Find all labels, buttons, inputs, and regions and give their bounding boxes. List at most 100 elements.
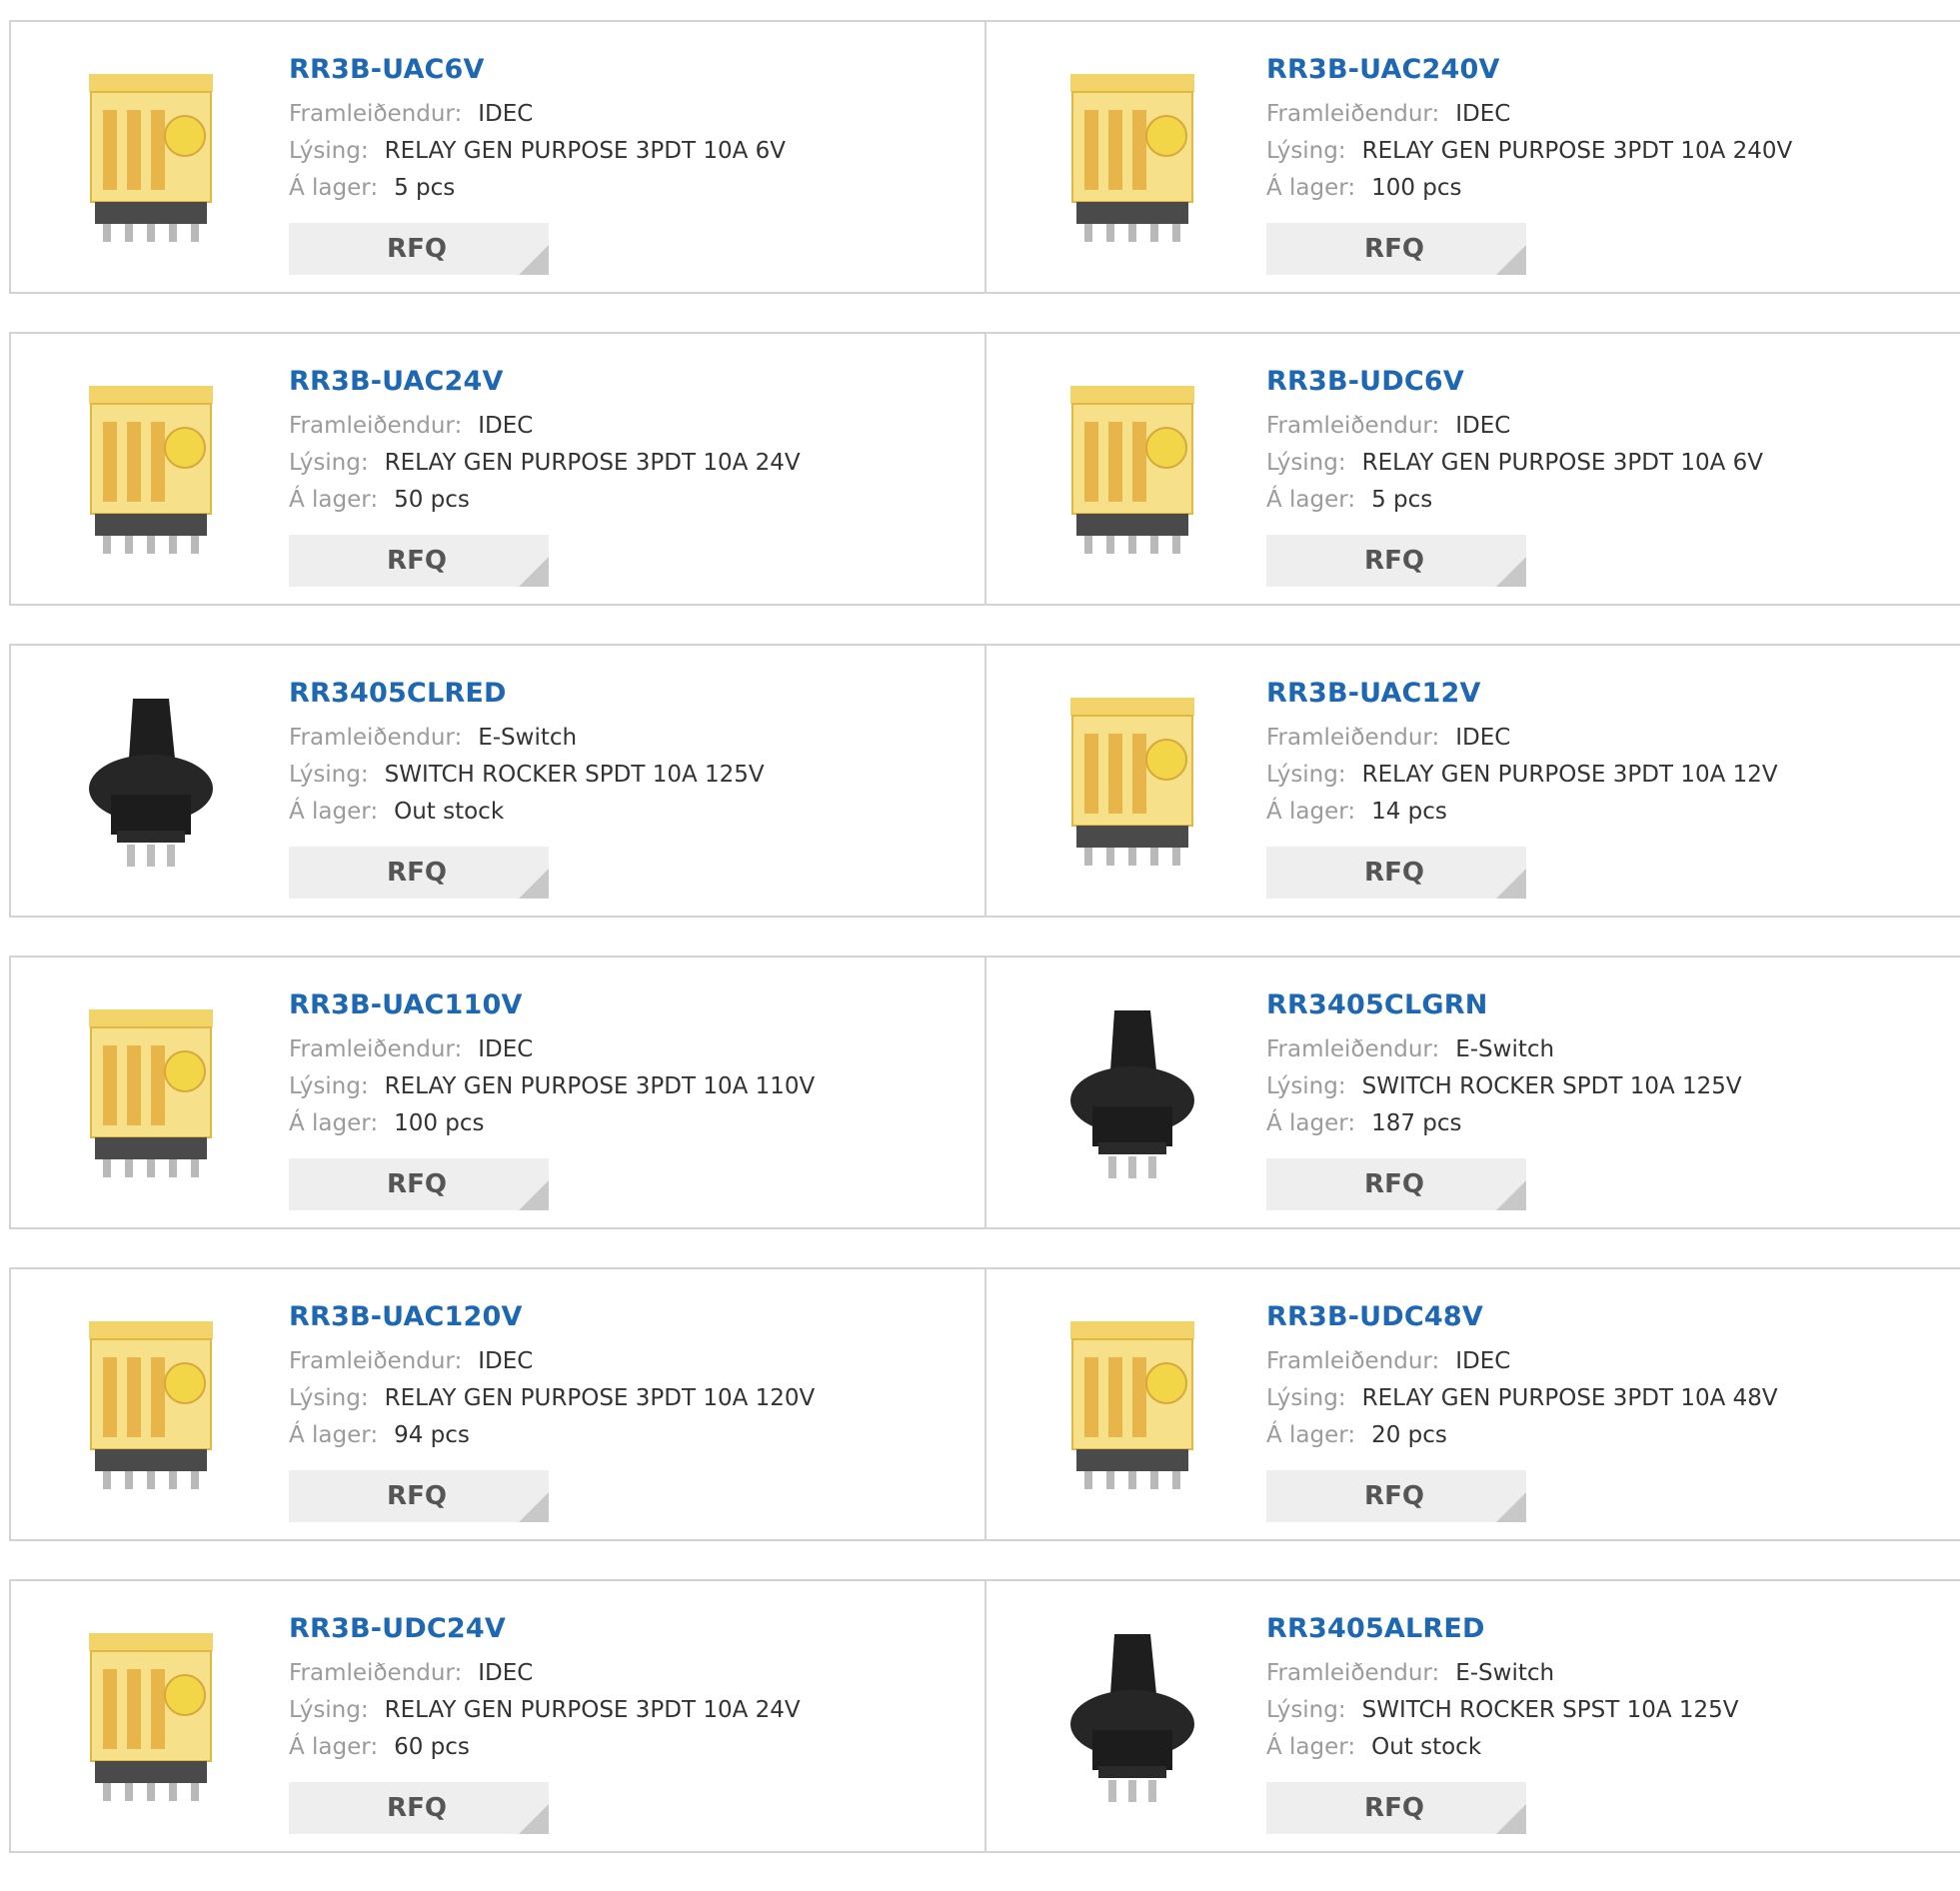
relay-icon[interactable] xyxy=(1028,368,1236,576)
manufacturer-label: Framleiðendur: xyxy=(1266,1348,1440,1374)
description-line: Lýsing: SWITCH ROCKER SPDT 10A 125V xyxy=(1266,1068,1742,1105)
manufacturer-line: Framleiðendur: IDEC xyxy=(289,1343,815,1380)
relay-icon[interactable] xyxy=(47,368,255,576)
manufacturer-value: IDEC xyxy=(1455,1348,1511,1374)
product-info: RR3B-UAC12V Framleiðendur: IDEC Lýsing: RE… xyxy=(1266,676,1778,899)
rfq-button[interactable]: RFQ xyxy=(289,1158,549,1210)
description-line: Lýsing: RELAY GEN PURPOSE 3PDT 10A 12V xyxy=(1266,757,1778,794)
product-info: RR3B-UDC24V Framleiðendur: IDEC Lýsing: RE… xyxy=(289,1611,801,1834)
stock-label: Á lager: xyxy=(1266,1422,1356,1448)
description-label: Lýsing: xyxy=(1266,1073,1346,1099)
description-line: Lýsing: RELAY GEN PURPOSE 3PDT 10A 110V xyxy=(289,1068,815,1105)
manufacturer-label: Framleiðendur: xyxy=(1266,101,1440,127)
relay-icon[interactable] xyxy=(1028,680,1236,888)
rfq-button[interactable]: RFQ xyxy=(1266,535,1526,587)
relay-icon[interactable] xyxy=(1028,1303,1236,1511)
stock-value: Out stock xyxy=(1371,1734,1482,1760)
manufacturer-label: Framleiðendur: xyxy=(289,1660,463,1686)
stock-line: Á lager: 94 pcs xyxy=(289,1417,815,1454)
description-value: RELAY GEN PURPOSE 3PDT 10A 6V xyxy=(1361,450,1764,476)
rfq-button[interactable]: RFQ xyxy=(1266,847,1526,899)
product-info: RR3B-UDC48V Framleiðendur: IDEC Lýsing: RE… xyxy=(1266,1299,1778,1522)
relay-icon[interactable] xyxy=(47,56,255,264)
part-number-link[interactable]: RR3B-UAC24V xyxy=(289,364,801,400)
relay-icon[interactable] xyxy=(47,1615,255,1823)
product-info: RR3B-UAC6V Framleiðendur: IDEC Lýsing: REL… xyxy=(289,52,786,275)
manufacturer-label: Framleiðendur: xyxy=(1266,725,1440,751)
manufacturer-value: IDEC xyxy=(1455,725,1511,751)
corner-triangle-icon xyxy=(519,557,549,587)
stock-line: Á lager: 50 pcs xyxy=(289,482,801,519)
part-number-link[interactable]: RR3B-UDC24V xyxy=(289,1611,801,1647)
part-number-link[interactable]: RR3405ALRED xyxy=(1266,1611,1739,1647)
relay-icon[interactable] xyxy=(47,991,255,1199)
stock-label: Á lager: xyxy=(289,799,379,825)
manufacturer-label: Framleiðendur: xyxy=(289,1348,463,1374)
rfq-button[interactable]: RFQ xyxy=(289,223,549,275)
corner-triangle-icon xyxy=(1496,869,1526,899)
stock-label: Á lager: xyxy=(289,487,379,513)
rfq-button[interactable]: RFQ xyxy=(1266,223,1526,275)
stock-label: Á lager: xyxy=(289,1734,379,1760)
relay-icon[interactable] xyxy=(47,1303,255,1511)
part-number-link[interactable]: RR3B-UAC6V xyxy=(289,52,786,88)
description-label: Lýsing: xyxy=(1266,1697,1346,1723)
part-number-link[interactable]: RR3B-UAC240V xyxy=(1266,52,1792,88)
description-line: Lýsing: RELAY GEN PURPOSE 3PDT 10A 24V xyxy=(289,1692,801,1729)
stock-label: Á lager: xyxy=(1266,799,1356,825)
rfq-button[interactable]: RFQ xyxy=(289,1470,549,1522)
rfq-button[interactable]: RFQ xyxy=(289,847,549,899)
part-number-link[interactable]: RR3B-UDC48V xyxy=(1266,1299,1778,1335)
corner-triangle-icon xyxy=(519,1180,549,1210)
description-label: Lýsing: xyxy=(1266,450,1346,476)
product-card: RR3B-UDC48V Framleiðendur: IDEC Lýsing: RE… xyxy=(986,1267,1960,1541)
description-line: Lýsing: SWITCH ROCKER SPST 10A 125V xyxy=(1266,1692,1739,1729)
manufacturer-value: IDEC xyxy=(478,413,534,439)
stock-line: Á lager: 187 pcs xyxy=(1266,1105,1742,1142)
product-info: RR3B-UAC110V Framleiðendur: IDEC Lýsing: R… xyxy=(289,987,815,1210)
manufacturer-value: IDEC xyxy=(1455,101,1511,127)
stock-line: Á lager: 5 pcs xyxy=(1266,482,1763,519)
relay-icon[interactable] xyxy=(1028,56,1236,264)
rfq-label: RFQ xyxy=(387,1793,447,1823)
rocker-switch-icon[interactable] xyxy=(1028,1615,1236,1823)
product-row: RR3B-UDC24V Framleiðendur: IDEC Lýsing: RE… xyxy=(9,1579,1960,1853)
manufacturer-line: Framleiðendur: IDEC xyxy=(1266,1343,1778,1380)
rfq-button[interactable]: RFQ xyxy=(1266,1158,1526,1210)
description-label: Lýsing: xyxy=(1266,1385,1346,1411)
description-value: SWITCH ROCKER SPST 10A 125V xyxy=(1361,1697,1739,1723)
part-number-link[interactable]: RR3405CLGRN xyxy=(1266,987,1742,1023)
manufacturer-label: Framleiðendur: xyxy=(1266,1036,1440,1062)
manufacturer-label: Framleiðendur: xyxy=(289,101,463,127)
part-number-link[interactable]: RR3405CLRED xyxy=(289,676,765,712)
rfq-button[interactable]: RFQ xyxy=(1266,1470,1526,1522)
rfq-button[interactable]: RFQ xyxy=(289,1782,549,1834)
manufacturer-label: Framleiðendur: xyxy=(289,1036,463,1062)
description-label: Lýsing: xyxy=(289,1385,369,1411)
product-info: RR3405CLRED Framleiðendur: E-Switch Lýsin… xyxy=(289,676,765,899)
description-value: RELAY GEN PURPOSE 3PDT 10A 48V xyxy=(1361,1385,1778,1411)
rfq-button[interactable]: RFQ xyxy=(289,535,549,587)
product-card: RR3B-UDC6V Framleiðendur: IDEC Lýsing: REL… xyxy=(986,332,1960,606)
manufacturer-value: E-Switch xyxy=(1455,1660,1555,1686)
rfq-button[interactable]: RFQ xyxy=(1266,1782,1526,1834)
manufacturer-line: Framleiðendur: IDEC xyxy=(1266,408,1763,445)
corner-triangle-icon xyxy=(519,245,549,275)
stock-label: Á lager: xyxy=(289,1110,379,1136)
product-row: RR3B-UAC110V Framleiðendur: IDEC Lýsing: R… xyxy=(9,955,1960,1229)
product-card: RR3B-UDC24V Framleiðendur: IDEC Lýsing: RE… xyxy=(9,1579,986,1853)
description-label: Lýsing: xyxy=(1266,762,1346,788)
stock-line: Á lager: 20 pcs xyxy=(1266,1417,1778,1454)
manufacturer-value: E-Switch xyxy=(478,725,578,751)
manufacturer-label: Framleiðendur: xyxy=(1266,1660,1440,1686)
description-value: SWITCH ROCKER SPDT 10A 125V xyxy=(384,762,765,788)
rocker-switch-icon[interactable] xyxy=(47,680,255,888)
part-number-link[interactable]: RR3B-UDC6V xyxy=(1266,364,1763,400)
rfq-label: RFQ xyxy=(1364,1793,1424,1823)
description-value: RELAY GEN PURPOSE 3PDT 10A 6V xyxy=(384,138,787,164)
part-number-link[interactable]: RR3B-UAC12V xyxy=(1266,676,1778,712)
rocker-switch-icon[interactable] xyxy=(1028,991,1236,1199)
part-number-link[interactable]: RR3B-UAC120V xyxy=(289,1299,815,1335)
part-number-link[interactable]: RR3B-UAC110V xyxy=(289,987,815,1023)
manufacturer-value: IDEC xyxy=(478,1036,534,1062)
